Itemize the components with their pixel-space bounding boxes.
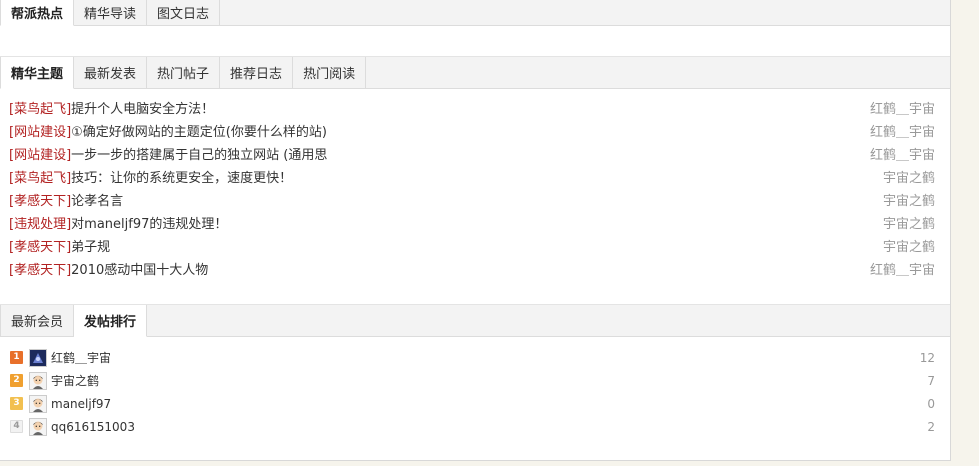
thread-list: [菜鸟起飞]提升个人电脑安全方法！ 红鹤＿宇宙 [网站建设]①确定好做网站的主题… <box>9 98 935 282</box>
tab-recommended-blogs[interactable]: 推荐日志 <box>220 57 294 88</box>
ranking-list: 1 红鹤＿宇宙 12 2 宇宙之鹤 7 3 maneljf97 0 4 qq61… <box>10 346 935 438</box>
tab-hot-threads[interactable]: 热门帖子 <box>147 57 221 88</box>
thread-title-link[interactable]: ①确定好做网站的主题定位(你要什么样的站) <box>71 125 327 140</box>
thread-tabbar: 精华主题 最新发表 热门帖子 推荐日志 热门阅读 <box>0 56 950 89</box>
thread-author-link[interactable]: 宇宙之鹤 <box>883 190 935 213</box>
thread-item: [违规处理]对maneljf97的违规处理！ 宇宙之鹤 <box>9 213 935 236</box>
thread-category-link[interactable]: [网站建设] <box>9 125 71 140</box>
thread-category-link[interactable]: [孝感天下] <box>9 240 71 255</box>
thread-author-link[interactable]: 宇宙之鹤 <box>883 167 935 190</box>
rank-badge: 3 <box>10 397 23 410</box>
page-margin <box>951 0 979 466</box>
tab-new-members[interactable]: 最新会员 <box>0 305 75 336</box>
thread-title-link[interactable]: 一步一步的搭建属于自己的独立网站 (通用思 <box>71 148 327 163</box>
member-tabbar: 最新会员 发帖排行 <box>0 304 950 337</box>
thread-author-link[interactable]: 宇宙之鹤 <box>883 213 935 236</box>
thread-category-link[interactable]: [违规处理] <box>9 217 71 232</box>
thread-title-link[interactable]: 提升个人电脑安全方法！ <box>71 102 214 117</box>
avatar-face-icon[interactable] <box>29 371 47 390</box>
ranking-username-link[interactable]: 红鹤＿宇宙 <box>51 349 895 366</box>
rank-badge: 4 <box>10 420 23 433</box>
thread-item: [孝感天下]弟子规 宇宙之鹤 <box>9 236 935 259</box>
thread-item: [菜鸟起飞]提升个人电脑安全方法！ 红鹤＿宇宙 <box>9 98 935 121</box>
ranking-post-count: 0 <box>927 396 935 411</box>
tab-gang-hot[interactable]: 帮派热点 <box>0 0 75 26</box>
tab-photo-blog[interactable]: 图文日志 <box>147 0 221 25</box>
thread-author-link[interactable]: 红鹤＿宇宙 <box>870 259 935 282</box>
tab-hot-reads[interactable]: 热门阅读 <box>293 57 367 88</box>
thread-category-link[interactable]: [菜鸟起飞] <box>9 171 71 186</box>
thread-category-link[interactable]: [孝感天下] <box>9 263 71 278</box>
avatar-face-icon[interactable] <box>29 394 47 413</box>
avatar-face-icon[interactable] <box>29 417 47 436</box>
thread-item: [孝感天下]论孝名言 宇宙之鹤 <box>9 190 935 213</box>
thread-title-link[interactable]: 论孝名言 <box>71 194 123 209</box>
thread-item: [菜鸟起飞]技巧：让你的系统更安全，速度更快！ 宇宙之鹤 <box>9 167 935 190</box>
thread-author-link[interactable]: 红鹤＿宇宙 <box>870 121 935 144</box>
ranking-post-count: 7 <box>927 373 935 388</box>
thread-author-link[interactable]: 红鹤＿宇宙 <box>870 144 935 167</box>
avatar-dark-icon[interactable] <box>29 348 47 367</box>
ranking-post-count: 2 <box>927 419 935 434</box>
ranking-item: 4 qq616151003 2 <box>10 415 935 438</box>
content-panel: 帮派热点 精华导读 图文日志 精华主题 最新发表 热门帖子 推荐日志 热门阅读 … <box>0 0 951 461</box>
ranking-item: 2 宇宙之鹤 7 <box>10 369 935 392</box>
ranking-username-link[interactable]: maneljf97 <box>51 397 895 411</box>
page: 帮派热点 精华导读 图文日志 精华主题 最新发表 热门帖子 推荐日志 热门阅读 … <box>0 0 979 466</box>
ranking-item: 1 红鹤＿宇宙 12 <box>10 346 935 369</box>
ranking-item: 3 maneljf97 0 <box>10 392 935 415</box>
ranking-username-link[interactable]: 宇宙之鹤 <box>51 372 895 389</box>
tab-latest-posts[interactable]: 最新发表 <box>74 57 148 88</box>
thread-title-link[interactable]: 弟子规 <box>71 240 110 255</box>
thread-item: [网站建设]①确定好做网站的主题定位(你要什么样的站) 红鹤＿宇宙 <box>9 121 935 144</box>
rank-badge: 2 <box>10 374 23 387</box>
thread-title-link[interactable]: 技巧：让你的系统更安全，速度更快！ <box>71 171 292 186</box>
tab-featured-topics[interactable]: 精华主题 <box>0 57 75 89</box>
ranking-post-count: 12 <box>919 350 935 365</box>
thread-author-link[interactable]: 宇宙之鹤 <box>883 236 935 259</box>
thread-title-link[interactable]: 2010感动中国十大人物 <box>71 263 208 278</box>
thread-title-link[interactable]: 对maneljf97的违规处理！ <box>71 217 227 232</box>
top-tabbar: 帮派热点 精华导读 图文日志 <box>0 0 950 26</box>
tab-post-ranking[interactable]: 发帖排行 <box>74 305 148 337</box>
rank-badge: 1 <box>10 351 23 364</box>
thread-author-link[interactable]: 红鹤＿宇宙 <box>870 98 935 121</box>
thread-item: [网站建设]一步一步的搭建属于自己的独立网站 (通用思 红鹤＿宇宙 <box>9 144 935 167</box>
tab-featured-guide[interactable]: 精华导读 <box>74 0 148 25</box>
thread-category-link[interactable]: [菜鸟起飞] <box>9 102 71 117</box>
ranking-username-link[interactable]: qq616151003 <box>51 420 895 434</box>
thread-item: [孝感天下]2010感动中国十大人物 红鹤＿宇宙 <box>9 259 935 282</box>
thread-category-link[interactable]: [孝感天下] <box>9 194 71 209</box>
thread-category-link[interactable]: [网站建设] <box>9 148 71 163</box>
